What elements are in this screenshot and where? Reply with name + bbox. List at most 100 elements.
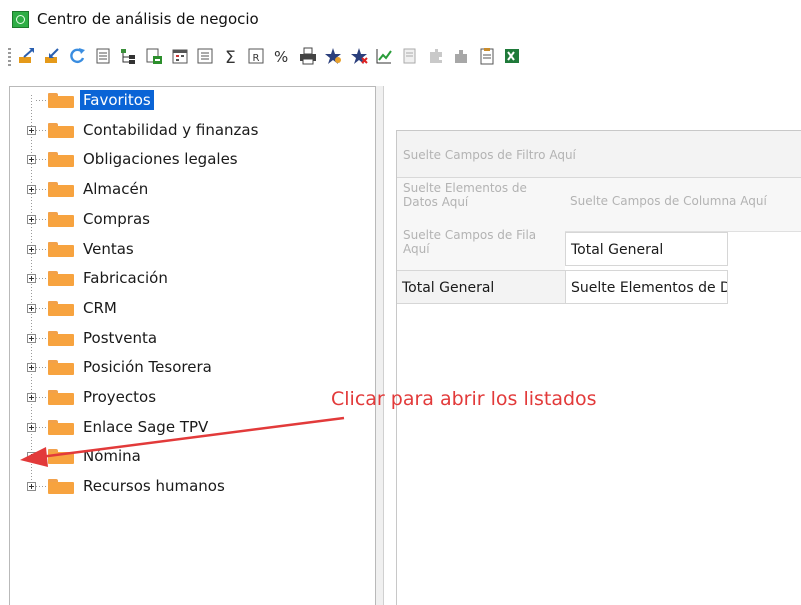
expand-toggle-icon[interactable] xyxy=(27,274,36,284)
panel-splitter[interactable] xyxy=(376,86,384,605)
folder-icon xyxy=(48,122,74,138)
puzzle-button[interactable] xyxy=(451,46,471,66)
tree-item[interactable]: Enlace Sage TPV xyxy=(10,415,375,439)
clipboard-button[interactable] xyxy=(477,46,497,66)
filter-hint: Suelte Campos de Filtro Aquí xyxy=(403,148,576,162)
tree-branch-line xyxy=(36,248,46,250)
refresh-button[interactable] xyxy=(67,46,87,66)
data-cell[interactable]: Suelte Elementos de Datos Aquí xyxy=(565,270,728,304)
print-button[interactable] xyxy=(298,46,318,66)
tree-branch-line xyxy=(36,486,46,488)
pivot-grid: Suelte Campos de Filtro Aquí Suelte Elem… xyxy=(396,130,801,605)
tree-item[interactable]: Obligaciones legales xyxy=(10,147,375,171)
tree-item-label: Posición Tesorera xyxy=(83,358,212,377)
tree-item-label: Ventas xyxy=(83,239,134,258)
folder-icon xyxy=(48,241,74,257)
tree-icon xyxy=(121,49,136,64)
import-button[interactable] xyxy=(42,46,62,66)
form-button[interactable] xyxy=(195,46,215,66)
tree-branch-line xyxy=(36,278,46,280)
svg-text:R: R xyxy=(253,53,260,64)
column-hint: Suelte Campos de Columna Aquí xyxy=(570,194,767,208)
tree-item-label: Nómina xyxy=(83,447,141,466)
tree-item[interactable]: Recursos humanos xyxy=(10,474,375,498)
tree-branch-line xyxy=(36,337,46,339)
tree-item[interactable]: Almacén xyxy=(10,177,375,201)
row-total-header[interactable]: Total General xyxy=(397,270,565,304)
calendar-button[interactable] xyxy=(170,46,190,66)
tree-branch-line xyxy=(36,397,46,398)
tree-item[interactable]: Contabilidad y finanzas xyxy=(10,118,375,142)
tree-branch-line xyxy=(36,218,46,220)
sum-button[interactable]: Σ xyxy=(221,46,241,66)
tree-item[interactable]: Compras xyxy=(10,207,375,231)
expand-toggle-icon[interactable] xyxy=(27,125,36,135)
percent-button[interactable]: % xyxy=(272,46,292,66)
expand-toggle-icon[interactable] xyxy=(27,303,36,313)
import-icon xyxy=(44,48,59,63)
report-button[interactable]: R xyxy=(246,46,266,66)
tree-item-label: Postventa xyxy=(83,328,158,347)
tree-item[interactable]: Postventa xyxy=(10,326,375,350)
tree-item[interactable]: Favoritos xyxy=(10,88,375,112)
expand-toggle-icon[interactable] xyxy=(27,393,36,402)
expand-toggle-icon[interactable] xyxy=(27,482,36,492)
puzzle-icon xyxy=(455,50,468,63)
puzzle-disabled-icon xyxy=(429,49,442,63)
folder-icon xyxy=(48,93,74,108)
expand-toggle-icon[interactable] xyxy=(27,244,36,254)
table-export-button[interactable] xyxy=(144,46,164,66)
export-icon xyxy=(19,48,34,63)
tree-item[interactable]: Proyectos xyxy=(10,385,375,409)
puzzle-disabled-button[interactable] xyxy=(426,46,446,66)
favorite-add-icon xyxy=(325,48,342,64)
tree-item[interactable]: Nómina xyxy=(10,444,375,468)
row-drop-area[interactable]: Suelte Campos de Fila Aquí xyxy=(397,224,565,270)
percent-icon: % xyxy=(274,48,288,66)
toolbar-grip[interactable] xyxy=(8,48,11,66)
chart-button[interactable] xyxy=(374,46,394,66)
toolbar: Σ R% xyxy=(0,44,801,70)
document-disabled-icon xyxy=(403,48,416,64)
refresh-icon xyxy=(70,48,86,64)
tree-item[interactable]: Posición Tesorera xyxy=(10,355,375,379)
title-bar: Centro de análisis de negocio xyxy=(0,0,801,36)
tree-branch-line xyxy=(36,426,46,428)
column-total-header[interactable]: Total General xyxy=(565,232,728,266)
clipboard-icon xyxy=(480,48,494,65)
tree-item-label: Favoritos xyxy=(80,90,154,110)
tree-button[interactable] xyxy=(118,46,138,66)
folder-icon xyxy=(48,330,74,346)
excel-button[interactable] xyxy=(502,46,522,66)
filter-drop-area[interactable]: Suelte Campos de Filtro Aquí xyxy=(397,130,801,178)
data-drop-area[interactable]: Suelte Elementos de Datos Aquí xyxy=(397,178,565,224)
favorite-remove-icon xyxy=(350,48,368,64)
table-export-icon xyxy=(146,48,162,64)
tree-item-label: Proyectos xyxy=(83,388,157,406)
expand-toggle-icon[interactable] xyxy=(27,363,36,373)
folder-icon xyxy=(48,152,74,168)
expand-toggle-icon[interactable] xyxy=(27,155,36,165)
expand-toggle-icon[interactable] xyxy=(27,422,36,432)
document-disabled-button[interactable] xyxy=(400,46,420,66)
tree-item[interactable]: Fabricación xyxy=(10,266,375,290)
favorite-add-button[interactable] xyxy=(323,46,343,66)
favorite-remove-button[interactable] xyxy=(349,46,369,66)
folder-icon xyxy=(48,211,74,227)
column-drop-area[interactable]: Suelte Campos de Columna Aquí xyxy=(565,178,801,232)
calendar-icon xyxy=(172,49,188,64)
expand-toggle-icon[interactable] xyxy=(27,185,36,195)
expand-toggle-icon[interactable] xyxy=(27,214,36,224)
list-button[interactable] xyxy=(93,46,113,66)
list-icon xyxy=(96,48,110,64)
tree-item[interactable]: CRM xyxy=(10,296,375,320)
export-button[interactable] xyxy=(16,46,36,66)
folder-icon xyxy=(48,419,74,435)
tree-item[interactable]: Ventas xyxy=(10,237,375,261)
svg-text:Σ: Σ xyxy=(225,48,236,66)
expand-toggle-icon[interactable] xyxy=(27,452,36,462)
tree-item-label: Almacén xyxy=(83,180,149,199)
chart-icon xyxy=(376,49,393,64)
sum-icon: Σ xyxy=(225,48,236,66)
expand-toggle-icon[interactable] xyxy=(27,333,36,343)
